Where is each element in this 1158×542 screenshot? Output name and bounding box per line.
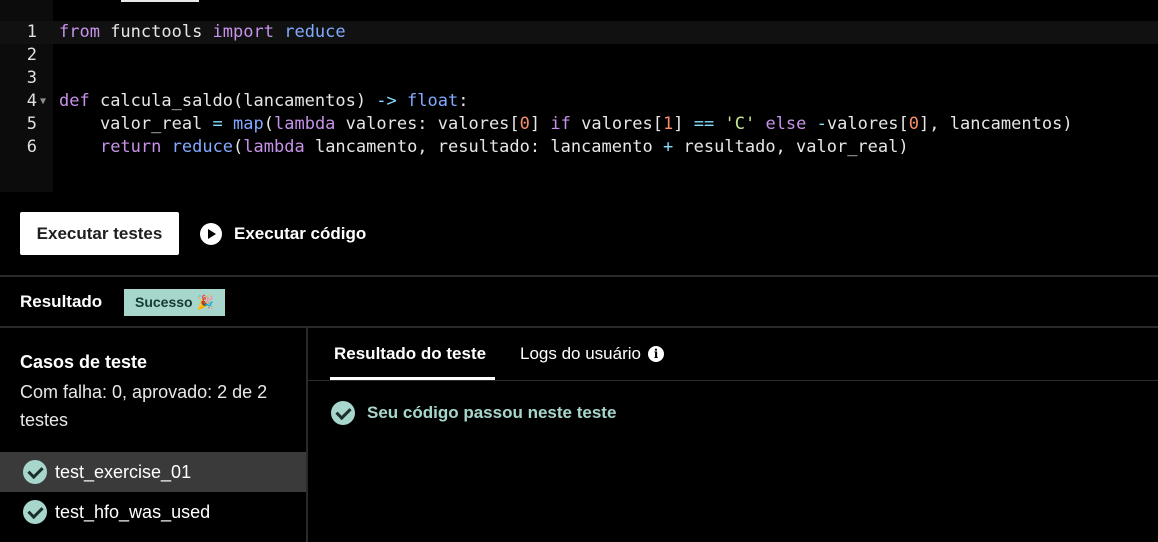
- code-token: import: [212, 22, 274, 42]
- code-token: ]: [673, 114, 694, 134]
- tab-label: Logs do usuário: [520, 344, 641, 363]
- line-number: 1: [26, 22, 37, 42]
- code-token: ], lancamentos): [919, 114, 1073, 134]
- code-text: valor_real = map(lambda valores: valores…: [59, 113, 1073, 136]
- line-number: 2: [26, 45, 37, 65]
- status-badge-text: Sucesso 🎉: [135, 294, 214, 310]
- code-token: ->: [376, 91, 397, 111]
- code-line[interactable]: 3: [0, 67, 1158, 90]
- divider: [308, 380, 1158, 381]
- code-text: return reduce(lambda lancamento, resulta…: [59, 136, 909, 159]
- result-header: Resultado Sucesso 🎉: [0, 277, 1158, 326]
- code-token: resultado, valor_real): [673, 137, 909, 157]
- code-token: 0: [908, 114, 920, 134]
- code-token: return: [99, 137, 162, 157]
- play-circle-icon: [200, 222, 222, 245]
- line-number: 5: [26, 114, 37, 134]
- run-code-label: Executar código: [234, 223, 367, 243]
- tab-test-result[interactable]: Resultado do teste: [334, 328, 486, 380]
- test-cases-summary: Com falha: 0, aprovado: 2 de 2 testes: [20, 382, 268, 430]
- fold-chevron-icon[interactable]: ▼: [40, 90, 46, 113]
- line-number: 6: [26, 137, 37, 157]
- run-tests-button[interactable]: Executar testes: [20, 212, 179, 255]
- code-token: lambda: [243, 137, 305, 157]
- test-case-label: test_exercise_01: [55, 461, 192, 482]
- test-result-panel: Resultado do teste Logs do usuário i Seu…: [308, 328, 1158, 542]
- code-token: -: [816, 114, 827, 134]
- code-token: +: [662, 137, 674, 157]
- status-badge: Sucesso 🎉: [124, 289, 225, 316]
- tab-user-logs[interactable]: Logs do usuário i: [520, 328, 664, 380]
- code-token: else: [765, 114, 807, 134]
- line-number: 4: [26, 91, 37, 111]
- code-token: =: [212, 114, 223, 134]
- code-token: valores[: [826, 114, 909, 134]
- info-icon[interactable]: i: [647, 346, 664, 362]
- result-label: Resultado: [20, 292, 103, 311]
- code-line[interactable]: 2: [0, 44, 1158, 67]
- code-token: def: [59, 91, 90, 111]
- code-line[interactable]: 6 return reduce(lambda lancamento, resul…: [0, 136, 1158, 159]
- code-token: calcula_saldo(lancamentos): [89, 91, 377, 111]
- check-circle-icon: [23, 460, 47, 484]
- result-tabs: Resultado do teste Logs do usuário i: [308, 328, 1158, 380]
- code-token: 'C': [724, 114, 756, 134]
- run-code-button[interactable]: Executar código: [200, 212, 366, 255]
- code-token: reduce: [284, 22, 346, 42]
- code-line[interactable]: 4 ▼ def calcula_saldo(lancamentos) -> floa…: [0, 90, 1158, 113]
- code-token: :: [458, 91, 469, 111]
- test-case-row[interactable]: test_exercise_01: [0, 452, 306, 492]
- code-token: 1: [663, 114, 674, 134]
- test-case-label: test_hfo_was_used: [55, 501, 211, 522]
- code-token: map: [233, 114, 264, 134]
- code-token: functools: [99, 22, 213, 42]
- code-token: (: [263, 114, 274, 134]
- code-token: ]: [529, 114, 551, 134]
- code-token: reduce: [171, 137, 234, 157]
- test-cases-title: Casos de teste: [20, 352, 148, 372]
- code-token: valores[: [570, 114, 663, 134]
- check-circle-icon: [331, 401, 355, 425]
- code-token: 0: [519, 114, 530, 134]
- tab-label: Resultado do teste: [334, 344, 487, 363]
- code-line[interactable]: 5 valor_real = map(lambda valores: valor…: [0, 113, 1158, 136]
- test-result-message: Seu código passou neste teste: [331, 401, 616, 425]
- code-token: float: [407, 91, 459, 111]
- code-text: from functools import reduce: [59, 21, 346, 44]
- code-token: valores: valores[: [335, 114, 520, 134]
- code-editor[interactable]: 1 from functools import reduce 2 3 4 ▼ def cal…: [0, 0, 1158, 192]
- test-case-row[interactable]: test_hfo_was_used: [0, 492, 306, 532]
- code-token: lancamento, resultado: lancamento: [304, 137, 663, 157]
- run-toolbar: Executar testes Executar código: [0, 192, 1158, 275]
- check-circle-icon: [23, 500, 47, 524]
- line-number: 3: [26, 68, 37, 88]
- code-token: valor_real: [59, 114, 213, 134]
- code-token: from: [59, 22, 100, 42]
- test-cases-panel: Casos de teste Com falha: 0, aprovado: 2…: [0, 328, 306, 542]
- code-text: def calcula_saldo(lancamentos) -> float:: [59, 90, 468, 113]
- code-token: if: [550, 114, 571, 134]
- code-token: (: [233, 137, 244, 157]
- code-token: lambda: [274, 114, 336, 134]
- code-token: ==: [693, 114, 715, 134]
- code-line[interactable]: 1 from functools import reduce: [0, 21, 1158, 44]
- editor-tab-indicator: [121, 0, 199, 2]
- test-result-text: Seu código passou neste teste: [367, 403, 617, 422]
